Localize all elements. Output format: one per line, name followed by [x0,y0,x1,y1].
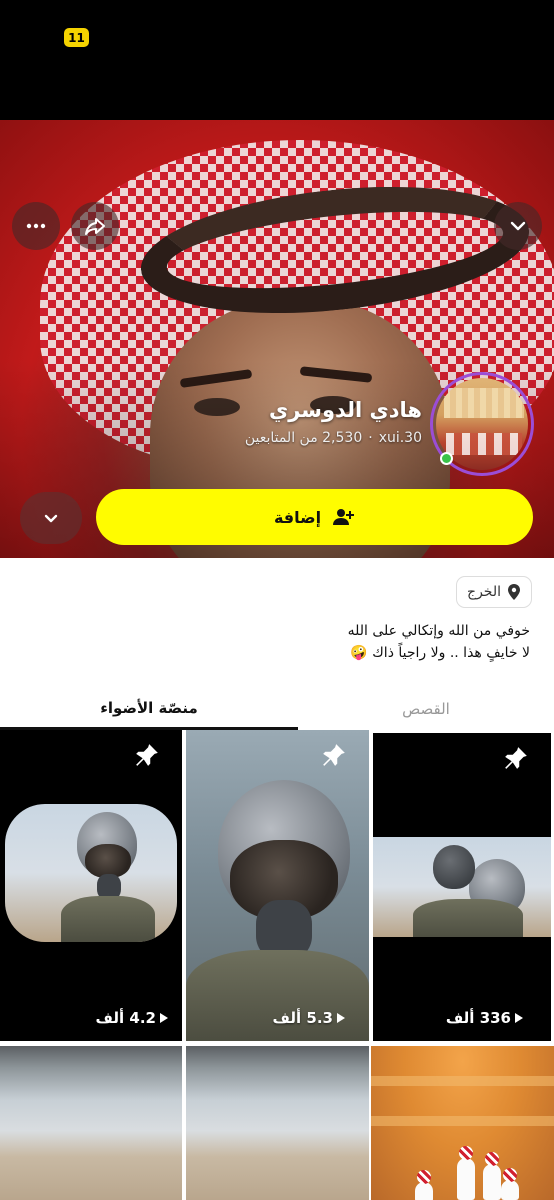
tile-thumbnail [186,730,369,1041]
follower-count[interactable]: 2,530 من المتابعين [245,430,362,446]
content-tabs: القصص منصّة الأضواء [0,688,554,730]
share-button[interactable] [71,202,119,250]
view-count: 5.3 ألف [273,1009,345,1027]
spotlight-grid: 336 ألف 5.3 ألف 4.2 ألف [0,730,554,1200]
meta-separator: · [368,430,373,446]
pin-icon [323,744,345,766]
chevron-down-icon [44,514,58,523]
view-count: 336 ألف [446,1009,523,1027]
view-count-label: 4.2 ألف [95,1009,156,1027]
username: xui.30 [378,430,422,446]
online-indicator [440,452,453,465]
add-friend-button[interactable]: إضافة [96,489,533,545]
status-bar: 11 [0,0,554,120]
tile-thumbnail [0,1046,182,1200]
profile-meta: xui.30 · 2,530 من المتابعين [245,430,422,446]
spotlight-tile[interactable] [371,1046,554,1200]
spotlight-tile[interactable]: 4.2 ألف [0,730,182,1041]
status-badge: 11 [64,28,89,47]
location-pin-icon [508,584,520,600]
play-icon [515,1013,523,1023]
location-label: الخرج [467,584,501,600]
play-icon [337,1013,345,1023]
bio-line-2: لا خايفٍ هذا .. ولا راجياً ذاك 🤪 [350,645,530,661]
tile-thumbnail [371,1046,554,1200]
profile-hero: هادي الدوسري xui.30 · 2,530 من المتابعين… [0,120,554,558]
bio: خوفي من الله وإتكالي على الله لا خايفٍ ه… [30,620,530,664]
more-icon [26,223,46,229]
display-name: هادي الدوسري [268,398,422,422]
pin-icon [505,747,527,769]
options-dropdown-button[interactable] [20,492,82,544]
view-count-label: 336 ألف [445,1009,511,1027]
add-friend-label: إضافة [273,507,322,527]
tile-thumbnail [186,1046,369,1200]
add-friend-icon [333,509,355,525]
spotlight-tile[interactable]: 336 ألف [373,733,551,1041]
view-count: 4.2 ألف [96,1009,168,1027]
tab-spotlight[interactable]: منصّة الأضواء [0,688,298,730]
tab-stories[interactable]: القصص [298,688,554,730]
more-button[interactable] [12,202,60,250]
chevron-down-icon [510,221,526,231]
bio-line-1: خوفي من الله وإتكالي على الله [347,623,530,639]
tile-thumbnail [5,804,177,942]
share-icon [85,218,105,235]
tile-thumbnail [373,837,551,937]
spotlight-tile[interactable]: 5.3 ألف [186,730,369,1041]
play-icon [160,1013,168,1023]
pin-icon [136,744,158,766]
spotlight-tile[interactable] [0,1046,182,1200]
location-chip[interactable]: الخرج [456,576,532,608]
spotlight-tile[interactable] [186,1046,369,1200]
view-count-label: 5.3 ألف [272,1009,333,1027]
profile-info: الخرج خوفي من الله وإتكالي على الله لا خ… [0,558,554,730]
collapse-button[interactable] [494,202,542,250]
